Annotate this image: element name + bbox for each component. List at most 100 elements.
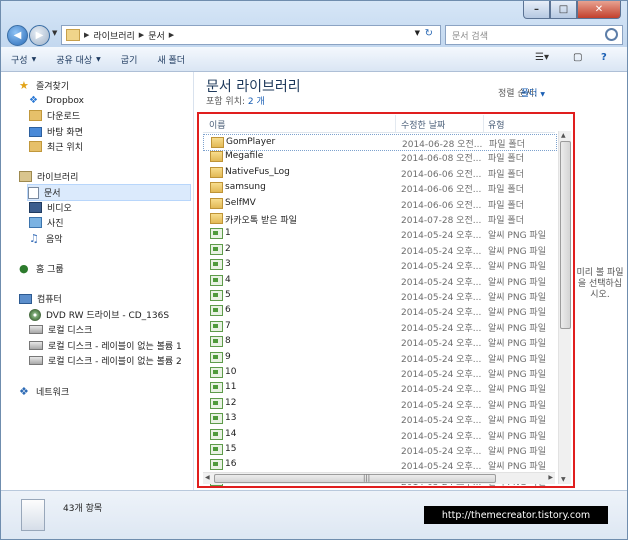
- png-file-icon: [210, 397, 223, 409]
- file-type: 알씨 PNG 파일: [488, 231, 546, 242]
- table-row[interactable]: 5 2014-05-24 오후... 알씨 PNG 파일: [203, 288, 555, 303]
- file-type: 파일 폴더: [488, 154, 524, 165]
- vertical-scroll-thumb[interactable]: [560, 141, 571, 329]
- folder-icon: [210, 166, 223, 178]
- preview-pane-icon[interactable]: ▢: [573, 52, 582, 63]
- back-button[interactable]: ◀: [7, 25, 28, 46]
- dropbox-icon: ❖: [29, 95, 38, 106]
- table-row[interactable]: samsung 2014-06-06 오전... 파일 폴더: [203, 180, 555, 195]
- vertical-scrollbar[interactable]: ▲ ▼: [558, 131, 571, 484]
- nav-documents[interactable]: 문서: [27, 184, 191, 201]
- address-bar[interactable]: ▶ 라이브러리 ▶ 문서 ▶ ▼ ↻: [61, 25, 441, 45]
- hard-disk-icon: [29, 325, 43, 334]
- navigation-pane: ★ 즐겨찾기 ❖ Dropbox 다운로드 바탕 화면 최근 위치 라이브러리 문서…: [1, 72, 194, 490]
- table-row[interactable]: 11 2014-05-24 오후... 알씨 PNG 파일: [203, 380, 555, 395]
- table-row[interactable]: Megafile 2014-06-08 오전... 파일 폴더: [203, 149, 555, 164]
- table-row[interactable]: 7 2014-05-24 오후... 알씨 PNG 파일: [203, 319, 555, 334]
- file-name: 3: [225, 259, 231, 270]
- table-row[interactable]: NativeFus_Log 2014-06-06 오전... 파일 폴더: [203, 165, 555, 180]
- view-options-icon[interactable]: ☰▾: [535, 52, 549, 63]
- breadcrumb-documents[interactable]: 문서: [148, 29, 165, 42]
- nav-homegroup[interactable]: ● 홈 그룹: [19, 261, 64, 276]
- scroll-right-icon[interactable]: ▶: [548, 474, 553, 481]
- nav-pictures[interactable]: 사진: [29, 215, 64, 230]
- maximize-button[interactable]: □: [550, 1, 577, 19]
- table-row[interactable]: 2 2014-05-24 오후... 알씨 PNG 파일: [203, 242, 555, 257]
- address-dropdown-icon[interactable]: ▼: [415, 29, 420, 37]
- scroll-down-icon[interactable]: ▼: [561, 476, 566, 483]
- refresh-icon[interactable]: ↻: [425, 28, 433, 39]
- file-type: 알씨 PNG 파일: [488, 293, 546, 303]
- png-file-icon: [210, 259, 223, 271]
- chevron-right-icon[interactable]: ▶: [84, 31, 89, 39]
- table-row[interactable]: SelfMV 2014-06-06 오전... 파일 폴더: [203, 196, 555, 211]
- file-date: 2014-05-24 오후...: [401, 308, 482, 319]
- nav-downloads[interactable]: 다운로드: [29, 108, 80, 123]
- column-name[interactable]: 이름: [209, 118, 226, 131]
- chevron-down-icon: ▼: [540, 91, 545, 98]
- nav-label: 라이브러리: [37, 173, 79, 183]
- table-row[interactable]: 12 2014-05-24 오후... 알씨 PNG 파일: [203, 396, 555, 411]
- share-with-button[interactable]: 공유 대상 ▼: [46, 53, 111, 66]
- file-date: 2014-05-24 오후...: [401, 262, 482, 273]
- burn-button[interactable]: 굽기: [111, 53, 148, 66]
- nav-dropbox[interactable]: ❖ Dropbox: [29, 93, 84, 108]
- file-name: 16: [225, 459, 237, 470]
- file-date: 2014-06-08 오전...: [401, 154, 482, 165]
- png-file-icon: [210, 428, 223, 440]
- table-row[interactable]: 3 2014-05-24 오후... 알씨 PNG 파일: [203, 257, 555, 272]
- help-icon[interactable]: ?: [601, 52, 607, 63]
- close-button[interactable]: ✕: [577, 1, 621, 19]
- arrange-by-dropdown[interactable]: 폴더 ▼: [521, 86, 545, 99]
- nav-dvd-drive[interactable]: DVD RW 드라이브 - CD_136S: [29, 307, 169, 322]
- table-row[interactable]: 1 2014-05-24 오후... 알씨 PNG 파일: [203, 226, 555, 241]
- table-row[interactable]: 16 2014-05-24 오후... 알씨 PNG 파일: [203, 457, 555, 472]
- file-name: 6: [225, 305, 231, 316]
- nav-unlabeled-volume-2[interactable]: 로컬 디스크 - 레이블이 없는 볼륨 2: [29, 353, 182, 368]
- table-row[interactable]: 카카오톡 받은 파일 2014-07-28 오전... 파일 폴더: [203, 211, 555, 226]
- chevron-right-icon[interactable]: ▶: [169, 31, 174, 39]
- nav-label: DVD RW 드라이브 - CD_136S: [46, 311, 170, 321]
- png-file-icon: [210, 305, 223, 317]
- breadcrumb-libraries[interactable]: 라이브러리: [93, 29, 134, 42]
- history-dropdown-icon[interactable]: ▼: [52, 29, 57, 37]
- column-divider[interactable]: [483, 115, 484, 132]
- nav-videos[interactable]: 비디오: [29, 200, 72, 215]
- new-folder-button[interactable]: 새 폴더: [147, 53, 195, 66]
- column-divider[interactable]: [395, 115, 396, 132]
- nav-recent[interactable]: 최근 위치: [29, 139, 83, 154]
- table-row[interactable]: 8 2014-05-24 오후... 알씨 PNG 파일: [203, 334, 555, 349]
- nav-music[interactable]: ♫ 음악: [29, 231, 63, 246]
- search-icon[interactable]: [605, 28, 618, 41]
- nav-unlabeled-volume-1[interactable]: 로컬 디스크 - 레이블이 없는 볼륨 1: [29, 338, 182, 353]
- nav-local-disk[interactable]: 로컬 디스크: [29, 322, 92, 337]
- scroll-up-icon[interactable]: ▲: [561, 132, 566, 139]
- horizontal-scroll-thumb[interactable]: |||: [214, 474, 496, 483]
- includes-locations-link[interactable]: 2 개: [248, 97, 265, 107]
- table-row[interactable]: 14 2014-05-24 오후... 알씨 PNG 파일: [203, 427, 555, 442]
- chevron-right-icon[interactable]: ▶: [139, 31, 144, 39]
- table-row[interactable]: 13 2014-05-24 오후... 알씨 PNG 파일: [203, 411, 555, 426]
- nav-network[interactable]: ❖ 네트워크: [19, 384, 69, 399]
- table-row[interactable]: 9 2014-05-24 오후... 알씨 PNG 파일: [203, 350, 555, 365]
- title-bar: – □ ✕ ◀ ▶ ▼ ▶ 라이브러리 ▶ 문서 ▶ ▼ ↻ 문서 검색: [1, 1, 627, 47]
- table-row[interactable]: 15 2014-05-24 오후... 알씨 PNG 파일: [203, 442, 555, 457]
- horizontal-scrollbar[interactable]: ◀ ||| ▶: [203, 472, 555, 484]
- table-row[interactable]: 10 2014-05-24 오후... 알씨 PNG 파일: [203, 365, 555, 380]
- forward-button[interactable]: ▶: [29, 25, 50, 46]
- nav-computer[interactable]: 컴퓨터: [19, 291, 62, 306]
- nav-libraries[interactable]: 라이브러리: [19, 169, 78, 184]
- file-date: 2014-06-06 오전...: [401, 185, 482, 196]
- table-row[interactable]: 4 2014-05-24 오후... 알씨 PNG 파일: [203, 273, 555, 288]
- nav-favorites[interactable]: ★ 즐겨찾기: [19, 78, 69, 93]
- search-input[interactable]: 문서 검색: [445, 25, 623, 45]
- table-row[interactable]: 6 2014-05-24 오후... 알씨 PNG 파일: [203, 303, 555, 318]
- column-date-modified[interactable]: 수정한 날짜: [401, 118, 445, 131]
- library-icon: [19, 171, 32, 182]
- column-type[interactable]: 유형: [488, 118, 505, 131]
- scroll-left-icon[interactable]: ◀: [205, 474, 210, 481]
- nav-desktop[interactable]: 바탕 화면: [29, 124, 83, 139]
- minimize-button[interactable]: –: [523, 1, 550, 19]
- file-name: 7: [225, 320, 231, 331]
- organize-button[interactable]: 구성 ▼: [1, 53, 46, 66]
